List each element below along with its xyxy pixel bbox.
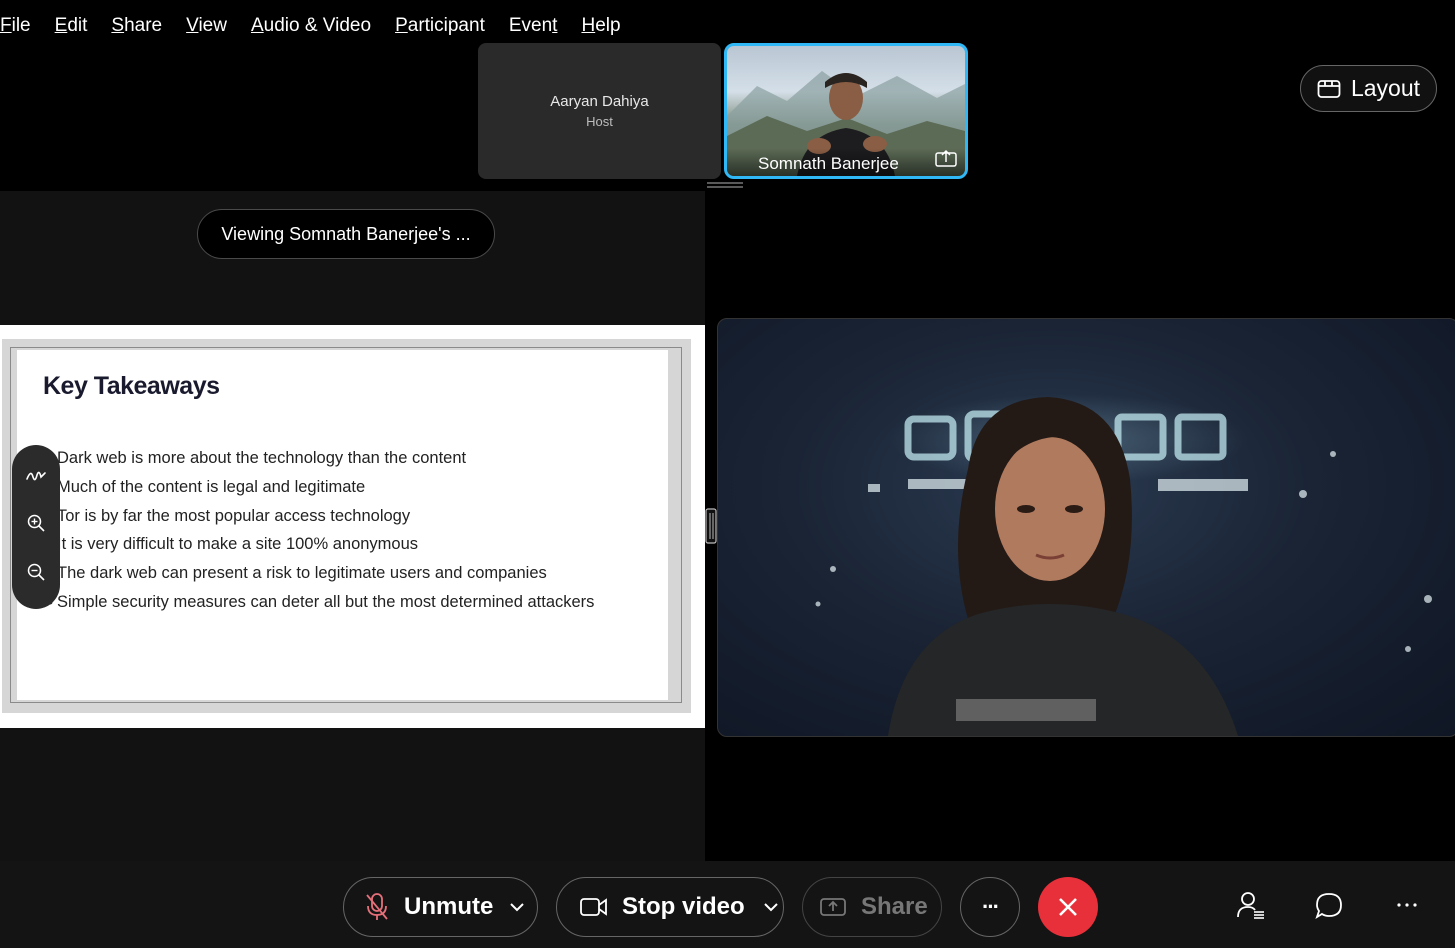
participant-thumb-host[interactable]: Aaryan Dahiya Host [478, 43, 721, 179]
shared-screen[interactable]: Key Takeaways Dark web is more about the… [0, 325, 705, 728]
slide-bullet: Much of the content is legal and legitim… [48, 473, 594, 502]
stop-video-label: Stop video [622, 893, 745, 920]
viewing-share-indicator[interactable]: Viewing Somnath Banerjee's ... [197, 209, 495, 259]
resize-handle-horizontal[interactable] [707, 181, 743, 189]
slide-bullet-list: Dark web is more about the technology th… [48, 444, 594, 617]
annotation-toolbar [12, 445, 60, 609]
more-options-icon[interactable] [1396, 896, 1418, 914]
participant-name: Aaryan Dahiya [550, 93, 649, 110]
slide: Key Takeaways Dark web is more about the… [17, 350, 668, 700]
menu-audio-video[interactable]: Audio & Video [251, 13, 371, 37]
share-screen-icon [935, 149, 957, 172]
layout-label: Layout [1350, 75, 1421, 101]
shared-content-panel: Viewing Somnath Banerjee's ... Key Takea… [0, 191, 705, 861]
slide-bullet: It is very difficult to make a site 100%… [48, 530, 594, 559]
slide-bullet: Dark web is more about the technology th… [48, 444, 594, 473]
video-feed-image [815, 394, 1432, 736]
video-camera-icon [580, 898, 607, 916]
close-icon [1059, 898, 1077, 916]
participant-thumb-active[interactable]: Somnath Banerjee [724, 43, 968, 179]
chat-icon[interactable] [1315, 892, 1343, 925]
layout-button[interactable]: Layout [1300, 65, 1437, 112]
slide-bullet: Simple security measures can deter all b… [48, 588, 594, 617]
more-icon: ··· [982, 894, 1000, 919]
zoom-in-icon[interactable] [26, 513, 46, 538]
resize-handle-vertical[interactable] [705, 508, 717, 544]
slide-bullet: The dark web can present a risk to legit… [48, 559, 594, 588]
menu-help[interactable]: Help [581, 13, 620, 37]
chevron-down-icon[interactable] [509, 902, 525, 912]
menu-participant[interactable]: Participant [395, 13, 485, 37]
unmute-button[interactable]: Unmute [343, 877, 538, 937]
stop-video-button[interactable]: Stop video [556, 877, 784, 937]
more-options-button[interactable]: ··· [960, 877, 1020, 937]
menu-file[interactable]: File [0, 13, 31, 37]
end-call-button[interactable] [1038, 877, 1098, 937]
unmute-label: Unmute [404, 893, 494, 920]
slide-bullet: Tor is by far the most popular access te… [48, 502, 594, 531]
participant-role: Host [586, 114, 613, 129]
menu-view[interactable]: View [186, 13, 227, 37]
share-screen-icon [820, 898, 846, 916]
menu-edit[interactable]: Edit [55, 13, 88, 37]
annotate-pen-icon[interactable] [25, 467, 47, 490]
microphone-muted-icon [366, 893, 388, 920]
menu-share[interactable]: Share [111, 13, 162, 37]
menu-event[interactable]: Event [509, 13, 558, 37]
participant-name: Somnath Banerjee [758, 154, 899, 173]
layout-icon [1317, 79, 1341, 98]
chevron-down-icon[interactable] [763, 902, 779, 912]
zoom-out-icon[interactable] [26, 562, 46, 587]
share-label: Share [861, 893, 928, 920]
meeting-controls-bar: Unmute Stop video Share ··· [0, 861, 1455, 948]
main-video-feed[interactable] [717, 318, 1455, 737]
slide-title: Key Takeaways [43, 372, 220, 400]
share-button[interactable]: Share [802, 877, 942, 937]
participants-icon[interactable] [1236, 890, 1266, 925]
